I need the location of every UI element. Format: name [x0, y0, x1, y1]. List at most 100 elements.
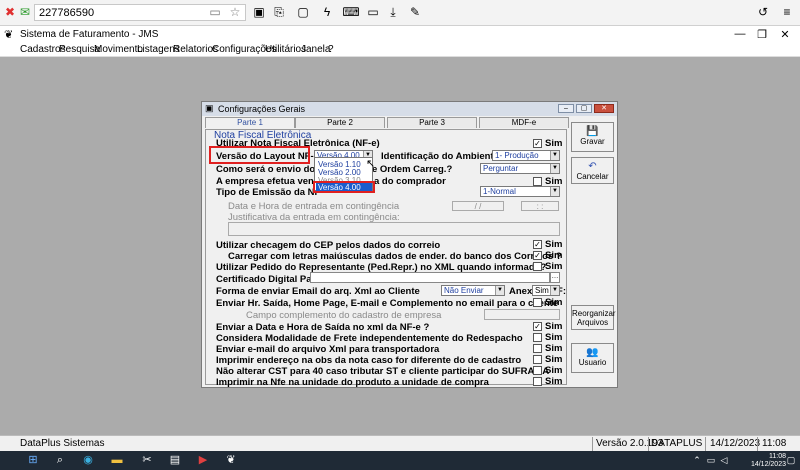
tab-parte-2[interactable]: Parte 2 [295, 117, 385, 128]
utilizar-nfe-checkbox[interactable]: ✓ [533, 139, 542, 148]
imprimir-unid-checkbox[interactable] [533, 377, 542, 386]
pen-icon[interactable]: ✎ [408, 5, 422, 19]
nao-alterar-label: Não alterar CST para 40 caso tributar ST… [216, 366, 550, 377]
cep-checkbox[interactable]: ✓ [533, 240, 542, 249]
folder-icon[interactable]: ▬ [110, 454, 124, 467]
highlight-versao-layout [209, 146, 310, 164]
edge-icon[interactable]: ◉ [81, 454, 95, 467]
connection-icon[interactable]: ✉ [18, 5, 32, 19]
tipo-emissao-select[interactable]: 1-Normal ▼ [480, 186, 560, 197]
cep-label: Utilizar checagem do CEP pelos dados do … [216, 240, 441, 251]
minimize-button[interactable]: — [730, 28, 750, 40]
envio-tail-label: e Ordem Carreg.? [372, 164, 453, 175]
anexar-pdf-select[interactable]: Sim ▼ [532, 285, 560, 296]
menu-icon[interactable]: ≡ [780, 5, 794, 19]
enviar-hr-label: Enviar Hr. Saída, Home Page, E-mail e Co… [216, 298, 559, 309]
status-bar: DataPlus Sistemas Versão 2.0.193 DATAPLU… [0, 435, 800, 451]
chevron-down-icon: ▼ [550, 187, 559, 196]
keyboard-icon[interactable]: ⌨ [342, 5, 359, 19]
usuario-label: Usuario [578, 358, 607, 367]
dialog-maximize-button[interactable]: ▢ [576, 104, 592, 113]
enviar-hr-checkbox[interactable] [533, 298, 542, 307]
menu-utilitarios[interactable]: Utilitários [265, 44, 306, 55]
tray-chevron-icon[interactable]: ⌃ [690, 454, 704, 467]
download-icon[interactable]: ⤓ [386, 5, 400, 19]
volume-icon[interactable]: ◁ [717, 454, 731, 467]
tab-mdfe[interactable]: MDF-e [479, 117, 569, 128]
enviar-data-checkbox[interactable]: ✓ [533, 322, 542, 331]
status-company: DataPlus Sistemas [20, 438, 105, 449]
cancelar-label: Cancelar [576, 172, 609, 181]
cancelar-button[interactable]: ↶ Cancelar [571, 157, 614, 184]
email-transp-label: Enviar e-mail do arquivo Xml para transp… [216, 344, 440, 355]
contingencia-time-field[interactable]: : : [521, 201, 559, 211]
contingencia-just-field[interactable] [228, 222, 560, 236]
chevron-down-icon: ▼ [550, 151, 559, 160]
empresa-tail-label: a do comprador [374, 176, 446, 187]
jms-app-icon[interactable]: ❦ [224, 454, 238, 467]
history-icon[interactable]: ↺ [756, 5, 770, 19]
chevron-down-icon: ▼ [550, 286, 559, 295]
monitor-one-icon[interactable]: ▣ [252, 5, 266, 19]
nao-alterar-checkbox[interactable] [533, 366, 542, 375]
chat-icon[interactable]: ▢ [296, 5, 310, 19]
gravar-label: Gravar [580, 137, 605, 146]
pedido-checkbox[interactable] [533, 262, 542, 271]
tab-parte-1[interactable]: Parte 1 [205, 117, 295, 128]
envio-select[interactable]: Perguntar ▼ [480, 163, 560, 174]
imprimir-end-checkbox[interactable] [533, 355, 542, 364]
network-icon[interactable]: ▭ [704, 454, 718, 467]
remote-toolbar: ✖ ✉ 227786590 ▭ ☆ ▣ ⎘ ▢ ϟ ⌨ ▭ ⤓ ✎ ↺ ≡ [0, 0, 800, 26]
mouse-cursor-icon: ↖ [366, 158, 376, 170]
gravar-button[interactable]: 💾 Gravar [571, 122, 614, 152]
windows-start-icon[interactable]: ⊞ [26, 454, 40, 467]
menu-movimento[interactable]: Movimento [94, 44, 143, 55]
anexar-pdf-value: Sim [535, 286, 549, 295]
status-user: DATAPLUS [651, 438, 703, 449]
chevron-down-icon: ▼ [495, 286, 504, 295]
modalidade-checkbox[interactable] [533, 333, 542, 342]
taskbar: ⊞ ⌕ ◉ ▬ ✂ ▤ ▶ ❦ ⌃ ▭ ◁ 11:08 14/12/2023 ▢ [0, 451, 800, 470]
exit-icon[interactable]: ✖ [3, 5, 17, 19]
close-button[interactable]: ✕ [775, 28, 795, 41]
clock-date[interactable]: 14/12/2023 [751, 461, 786, 468]
tab-parte-3[interactable]: Parte 3 [387, 117, 477, 128]
lightning-icon[interactable]: ϟ [320, 5, 334, 19]
enviar-data-sim: Sim [545, 321, 563, 332]
empresa-checkbox[interactable] [533, 177, 542, 186]
usuario-button[interactable]: 👥 Usuario [571, 343, 614, 373]
contingencia-data-label: Data e Hora de entrada em contingência [228, 201, 400, 212]
status-date: 14/12/2023 [710, 438, 761, 449]
dialog-close-button[interactable]: ✕ [594, 104, 614, 113]
star-icon[interactable]: ☆ [228, 5, 242, 19]
envio-value: Perguntar [483, 164, 519, 173]
email-forma-select[interactable]: Não Enviar ▼ [441, 285, 505, 296]
ambiente-select[interactable]: 1- Produção ▼ [492, 150, 560, 161]
search-icon[interactable]: ⌕ [53, 454, 67, 467]
menu-janela[interactable]: Janela [301, 44, 330, 55]
identificacao-ambiente-label: Identificação do Ambiente.: [381, 151, 505, 162]
maiusculas-checkbox[interactable]: ✓ [533, 251, 542, 260]
tipo-emissao-label: Tipo de Emissão da NF- [216, 187, 324, 198]
menu-help[interactable]: ? [328, 44, 334, 55]
status-separator [757, 437, 758, 451]
dialog-minimize-button[interactable]: – [558, 104, 574, 113]
campo-complemento-field[interactable] [484, 309, 560, 320]
email-transp-checkbox[interactable] [533, 344, 542, 353]
status-separator [592, 437, 593, 451]
remote-app-icon[interactable]: ▶ [196, 454, 210, 467]
restore-button[interactable]: ❐ [752, 28, 772, 41]
certificado-field[interactable] [310, 272, 550, 283]
note-icon[interactable]: ▤ [168, 454, 182, 467]
dialog-title-bar: ▣ Configurações Gerais – ▢ ✕ [202, 102, 617, 116]
files-icon[interactable]: ⎘ [272, 5, 286, 19]
contingencia-date-field[interactable]: / / [452, 201, 504, 211]
certificado-browse-button[interactable]: … [550, 272, 560, 283]
tools-icon[interactable]: ✂ [140, 454, 154, 467]
imprimir-end-sim: Sim [545, 354, 563, 365]
display-icon[interactable]: ▭ [366, 5, 380, 19]
reorganizar-button[interactable]: Reorganizar Arquivos [571, 305, 616, 330]
notification-icon[interactable]: ▢ [784, 454, 798, 467]
nao-alterar-sim: Sim [545, 365, 563, 376]
reorganizar-label: Reorganizar Arquivos [572, 309, 616, 327]
